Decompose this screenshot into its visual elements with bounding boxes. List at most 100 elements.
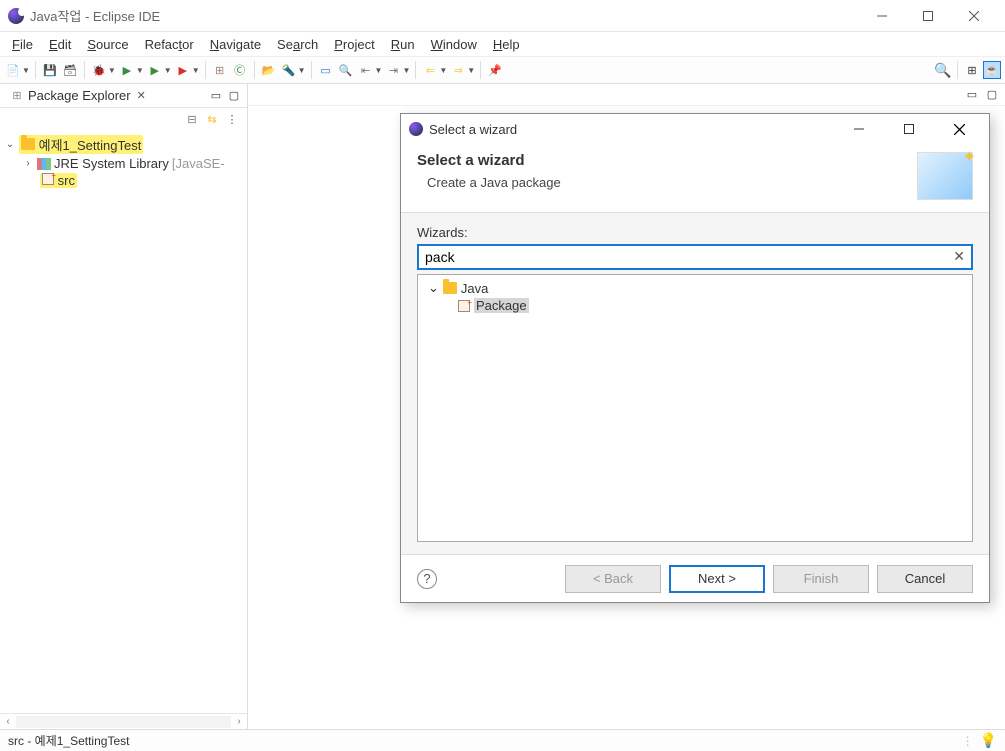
wizard-tree-package-row[interactable]: Package — [422, 297, 968, 314]
scroll-track[interactable] — [16, 716, 231, 728]
run-last-button[interactable]: ▶ — [174, 61, 192, 79]
collapse-all-icon[interactable]: ⊟ — [185, 112, 199, 126]
link-editor-icon[interactable]: ⇆ — [205, 112, 219, 126]
dialog-titlebar: Select a wizard — [401, 114, 989, 144]
save-button[interactable]: 💾 — [41, 61, 59, 79]
window-maximize-button[interactable] — [905, 0, 951, 32]
open-type-button[interactable]: 📂 — [260, 61, 278, 79]
jre-label: JRE System Library — [54, 156, 169, 171]
package-explorer-toolbar: ⊟ ⇆ ⋮ — [0, 108, 247, 130]
scroll-right-icon[interactable]: › — [231, 716, 247, 727]
coverage-button[interactable]: ▶ — [146, 61, 164, 79]
dialog-banner-title: Select a wizard — [417, 152, 907, 169]
help-icon[interactable]: ? — [417, 569, 437, 589]
window-close-button[interactable] — [951, 0, 997, 32]
package-explorer-header: ⊞ Package Explorer ✕ ▭ ▢ — [0, 84, 247, 108]
chevron-right-icon[interactable]: › — [22, 158, 34, 169]
wizards-label: Wizards: — [417, 225, 973, 240]
run-button[interactable]: ▶ — [118, 61, 136, 79]
new-dropdown[interactable]: ▼ — [22, 66, 30, 75]
menu-project[interactable]: Project — [326, 35, 382, 54]
chevron-down-icon[interactable]: ⌄ — [428, 280, 439, 296]
menu-window[interactable]: Window — [423, 35, 485, 54]
tree-jre-row[interactable]: › JRE System Library [JavaSE- — [4, 155, 243, 172]
eclipse-icon — [409, 122, 423, 136]
annotation-prev-button[interactable]: ⇤ — [357, 61, 375, 79]
new-button[interactable]: 📄 — [4, 61, 22, 79]
annotation-next-button[interactable]: ⇥ — [384, 61, 402, 79]
src-label: src — [58, 173, 75, 188]
next-button[interactable]: Next > — [669, 565, 765, 593]
dialog-minimize-button[interactable] — [837, 114, 881, 144]
tree-src-row[interactable]: src — [4, 172, 243, 189]
chevron-down-icon[interactable]: ⌄ — [4, 139, 16, 150]
folder-icon — [443, 282, 457, 294]
wizard-tree-java-row[interactable]: ⌄ Java — [422, 279, 968, 297]
minimize-view-icon[interactable]: ▭ — [209, 89, 223, 103]
java-perspective-button[interactable]: ☕ — [983, 61, 1001, 79]
jre-suffix: [JavaSE- — [172, 156, 225, 171]
wizard-filter-input[interactable] — [417, 244, 973, 270]
menu-source[interactable]: Source — [79, 35, 136, 54]
horizontal-scrollbar[interactable]: ‹ › — [0, 713, 247, 729]
run-dropdown[interactable]: ▼ — [136, 66, 144, 75]
wizard-tree[interactable]: ⌄ Java Package — [417, 274, 973, 542]
run-last-dropdown[interactable]: ▼ — [192, 66, 200, 75]
close-tab-button[interactable]: ✕ — [137, 89, 146, 102]
package-explorer-icon: ⊞ — [10, 89, 24, 103]
menu-file[interactable]: File — [4, 35, 41, 54]
wizard-package-label: Package — [474, 298, 529, 313]
scroll-left-icon[interactable]: ‹ — [0, 716, 16, 727]
dialog-footer: ? < Back Next > Finish Cancel — [401, 554, 989, 602]
coverage-dropdown[interactable]: ▼ — [164, 66, 172, 75]
quick-access-icon[interactable]: 🔍 — [934, 61, 952, 79]
new-class-button[interactable]: Ⓒ — [231, 61, 249, 79]
new-package-button[interactable]: ⊞ — [211, 61, 229, 79]
minimize-editor-icon[interactable]: ▭ — [965, 88, 979, 102]
menu-edit[interactable]: Edit — [41, 35, 79, 54]
tip-bulb-icon[interactable]: 💡 — [980, 732, 997, 749]
editor-area-toolbar: ▭ ▢ — [248, 84, 1005, 106]
debug-button[interactable]: 🐞 — [90, 61, 108, 79]
statusbar-text: src - 예제1_SettingTest — [8, 732, 129, 749]
cancel-button[interactable]: Cancel — [877, 565, 973, 593]
toggle-mark-button[interactable]: 🔍 — [337, 61, 355, 79]
search-dropdown[interactable]: ▼ — [298, 66, 306, 75]
nav-back-button[interactable]: ⇐ — [421, 61, 439, 79]
maximize-view-icon[interactable]: ▢ — [227, 89, 241, 103]
package-explorer-view: ⊞ Package Explorer ✕ ▭ ▢ ⊟ ⇆ ⋮ ⌄ 예제1_Set… — [0, 84, 248, 729]
main-toolbar: 📄▼ 💾 🗃 🐞▼ ▶▼ ▶▼ ▶▼ ⊞ Ⓒ 📂 🔦▼ ▭ 🔍 ⇤▼ ⇥▼ ⇐▼… — [0, 56, 1005, 84]
dialog-close-button[interactable] — [937, 114, 981, 144]
search-button-tb[interactable]: 🔦 — [280, 61, 298, 79]
pin-editor-button[interactable]: 📌 — [486, 61, 504, 79]
debug-dropdown[interactable]: ▼ — [108, 66, 116, 75]
toggle-breadcrumb-button[interactable]: ▭ — [317, 61, 335, 79]
tip-handle-icon[interactable]: ⋮ — [962, 734, 974, 748]
window-minimize-button[interactable] — [859, 0, 905, 32]
dialog-maximize-button[interactable] — [887, 114, 931, 144]
menu-run[interactable]: Run — [383, 35, 423, 54]
package-icon — [458, 300, 470, 312]
nav-fwd-button[interactable]: ⇒ — [449, 61, 467, 79]
dialog-banner-desc: Create a Java package — [417, 175, 907, 190]
select-wizard-dialog: Select a wizard Select a wizard Create a… — [400, 113, 990, 603]
maximize-editor-icon[interactable]: ▢ — [985, 88, 999, 102]
open-perspective-button[interactable]: ⊞ — [963, 61, 981, 79]
library-icon — [37, 158, 51, 170]
menu-refactor[interactable]: Refactor — [137, 35, 202, 54]
dialog-banner: Select a wizard Create a Java package — [401, 144, 989, 213]
menu-search[interactable]: Search — [269, 35, 326, 54]
window-titlebar: Java작업 - Eclipse IDE — [0, 0, 1005, 32]
clear-filter-icon[interactable]: ✕ — [953, 248, 965, 265]
menu-help[interactable]: Help — [485, 35, 528, 54]
package-explorer-tab[interactable]: ⊞ Package Explorer ✕ — [6, 86, 150, 105]
finish-button[interactable]: Finish — [773, 565, 869, 593]
menu-navigate[interactable]: Navigate — [202, 35, 269, 54]
tree-project-row[interactable]: ⌄ 예제1_SettingTest — [4, 134, 243, 155]
package-explorer-tree[interactable]: ⌄ 예제1_SettingTest › JRE System Library [… — [0, 130, 247, 713]
save-all-button[interactable]: 🗃 — [61, 61, 79, 79]
package-explorer-title: Package Explorer — [28, 88, 131, 103]
dialog-body: Wizards: ✕ ⌄ Java Package — [401, 213, 989, 554]
back-button[interactable]: < Back — [565, 565, 661, 593]
view-menu-icon[interactable]: ⋮ — [225, 112, 239, 126]
